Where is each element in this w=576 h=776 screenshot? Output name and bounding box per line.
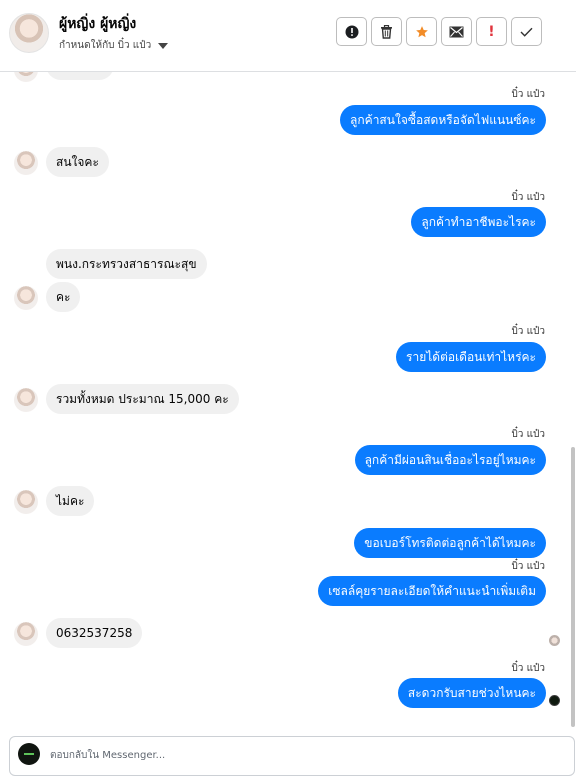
mail-button[interactable]: [441, 17, 472, 46]
message-bubble-incoming: พนง.กระทรวงสาธารณะสุข: [46, 249, 207, 279]
message-bubble-outgoing: ลูกค้าสนใจซื้อสดหรือจัดไฟแนนซ์คะ: [340, 105, 546, 135]
scrollbar[interactable]: [571, 447, 575, 727]
report-icon: [345, 25, 358, 38]
star-icon: [415, 25, 428, 37]
page-logo-icon: [18, 743, 40, 765]
message-thread[interactable]: บิ๋ว แป๋ว ลูกค้าสนใจซื้อสดหรือจัดไฟแนนซ์…: [0, 72, 576, 728]
message-bubble-outgoing: ลูกค้าทำอาชีพอะไรคะ: [411, 207, 546, 237]
read-receipt-avatar: [549, 695, 560, 706]
message-bubble-outgoing: รายได้ต่อเดือนเท่าไหร่คะ: [396, 342, 546, 372]
reply-input[interactable]: [48, 743, 552, 767]
sender-name: บิ๋ว แป๋ว: [511, 192, 545, 203]
contact-avatar-small: [14, 490, 38, 514]
message-bubble-outgoing: ลูกค้ามีผ่อนสินเชื่ออะไรอยู่ไหมคะ: [354, 445, 546, 475]
message-bubble-incoming: [46, 72, 114, 80]
contact-avatar-small: [14, 286, 38, 310]
assigned-label: กำหนดให้กับ บิ๋ว แป๋ว: [59, 40, 152, 51]
message-bubble-incoming: ไม่คะ: [46, 486, 95, 516]
contact-avatar-small: [14, 72, 38, 82]
message-bubble-outgoing: เซลล์คุยรายละเอียดให้คำแนะนำเพิ่มเติม: [318, 576, 546, 606]
contact-avatar-small: [14, 151, 38, 175]
message-bubble-incoming: รวมทั้งหมด ประมาณ 15,000 คะ: [46, 384, 239, 414]
contact-avatar-small: [14, 622, 38, 646]
trash-icon: [381, 24, 392, 39]
sender-name: บิ๋ว แป๋ว: [511, 429, 545, 440]
message-bubble-incoming: คะ: [46, 282, 81, 312]
read-receipt-avatar: [549, 635, 560, 646]
assign-dropdown[interactable]: กำหนดให้กับ บิ๋ว แป๋ว: [59, 38, 169, 53]
sender-name: บิ๋ว แป๋ว: [511, 663, 545, 674]
message-bubble-outgoing: ขอเบอร์โทรติดต่อลูกค้าได้ไหมคะ: [354, 528, 546, 558]
report-button[interactable]: [336, 17, 367, 46]
check-icon: [520, 27, 533, 37]
done-button[interactable]: [511, 17, 542, 46]
contact-avatar-small: [14, 388, 38, 412]
caret-down-icon: [158, 42, 169, 49]
message-bubble-outgoing: สะดวกรับสายช่วงไหนคะ: [397, 678, 546, 708]
reply-composer: [9, 736, 575, 776]
spam-icon: !: [488, 23, 495, 40]
contact-avatar[interactable]: [9, 13, 49, 53]
message-bubble-incoming: 0632537258: [46, 618, 143, 648]
action-toolbar: !: [336, 17, 542, 46]
sender-name: บิ๋ว แป๋ว: [511, 326, 545, 337]
sender-name: บิ๋ว แป๋ว: [511, 561, 545, 572]
sender-name: บิ๋ว แป๋ว: [511, 89, 545, 100]
star-button[interactable]: [406, 17, 437, 46]
contact-name[interactable]: ผู้หญิ่ง ผู้หญิ่ง: [59, 13, 136, 35]
conversation-header: ผู้หญิ่ง ผู้หญิ่ง กำหนดให้กับ บิ๋ว แป๋ว …: [0, 0, 576, 72]
mail-icon: [449, 26, 464, 37]
message-bubble-incoming: สนใจคะ: [46, 147, 109, 177]
delete-button[interactable]: [371, 17, 402, 46]
spam-button[interactable]: !: [476, 17, 507, 46]
